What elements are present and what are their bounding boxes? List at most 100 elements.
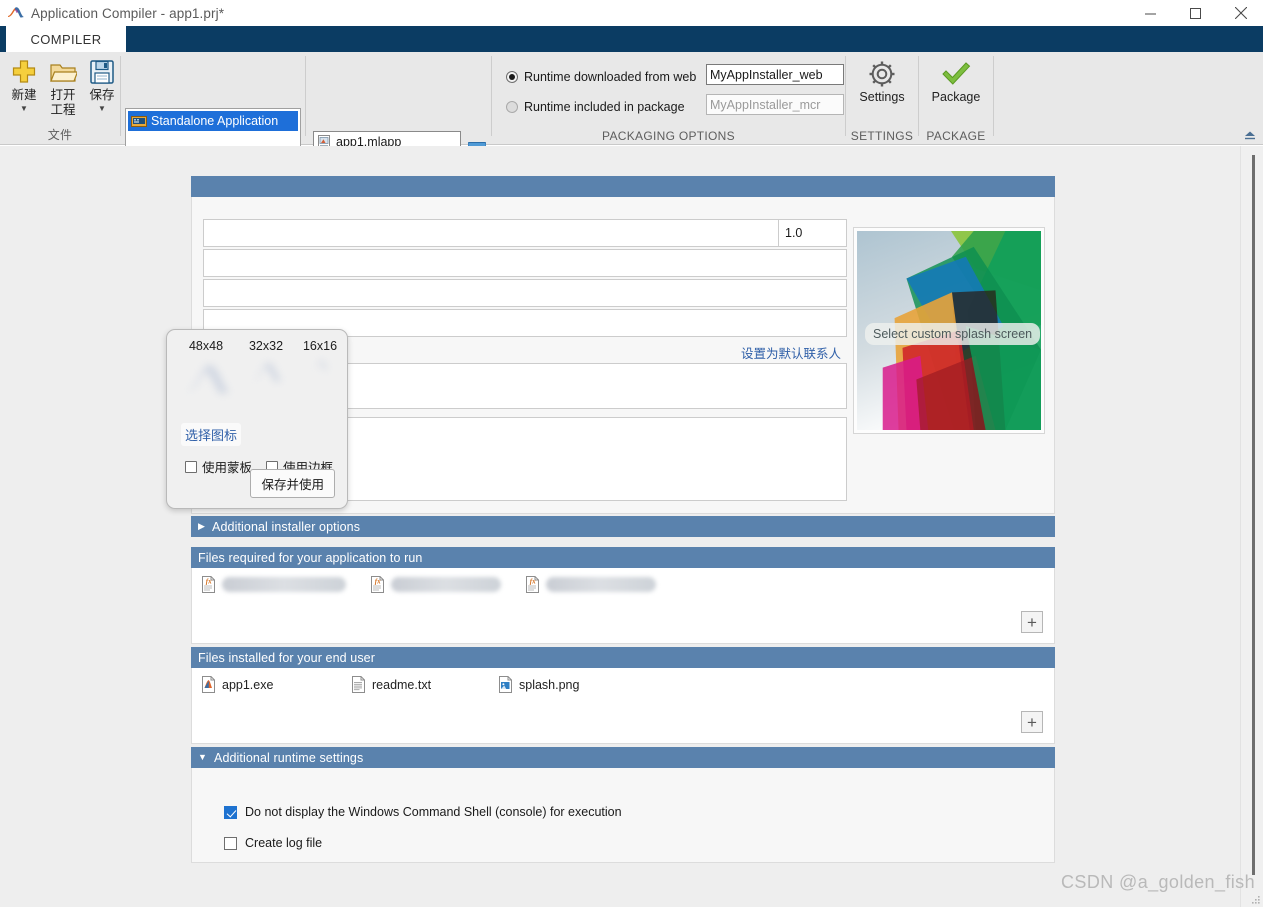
ribbon-group-packaging-label: PACKAGING OPTIONS bbox=[492, 129, 845, 143]
author-name-field[interactable] bbox=[203, 249, 847, 277]
standalone-app-icon bbox=[131, 114, 147, 128]
image-file-icon bbox=[498, 676, 513, 693]
vertical-scrollbar[interactable] bbox=[1240, 146, 1263, 907]
open-folder-icon bbox=[49, 56, 77, 88]
matlab-membrane-icon bbox=[7, 5, 25, 21]
list-item[interactable]: splash.png bbox=[498, 676, 579, 693]
checkbox-create-log-file[interactable]: Create log file bbox=[224, 836, 322, 850]
content-area: 1.0 设置为默认联系人 Summary Description bbox=[0, 146, 1263, 907]
ribbon-new-button[interactable]: 新建 ▼ bbox=[3, 56, 45, 113]
section-files-required-header[interactable]: Files required for your application to r… bbox=[191, 547, 1055, 568]
watermark: CSDN @a_golden_fish bbox=[1061, 872, 1255, 893]
section-additional-runtime-settings-header[interactable]: ▼ Additional runtime settings bbox=[191, 747, 1055, 768]
section-additional-runtime-settings-title: Additional runtime settings bbox=[214, 751, 363, 765]
list-item[interactable]: fx bbox=[525, 576, 656, 593]
icon-size-label-16: 16x16 bbox=[303, 339, 337, 353]
compiler-form-panel: 1.0 设置为默认联系人 Summary Description bbox=[191, 176, 1055, 892]
list-item[interactable]: app1.exe bbox=[201, 676, 351, 693]
ribbon-open-label-2: 工程 bbox=[50, 103, 75, 118]
splash-screen-image: Select custom splash screen bbox=[857, 231, 1041, 430]
icon-preview-row: 48x48 32x32 bbox=[167, 339, 347, 409]
chevron-right-icon: ▶ bbox=[198, 522, 205, 531]
radio-runtime-downloaded-from-web[interactable]: Runtime downloaded from web bbox=[506, 70, 696, 84]
collapse-ribbon-button[interactable] bbox=[1243, 128, 1257, 142]
minimize-button[interactable] bbox=[1128, 0, 1173, 26]
select-icon-link[interactable]: 选择图标 bbox=[181, 423, 241, 446]
radio-included-indicator bbox=[506, 101, 518, 113]
ribbon-open-project-button[interactable]: 打开 工程 bbox=[42, 56, 84, 118]
ribbon-group-settings-label: SETTINGS bbox=[846, 129, 918, 143]
section-files-installed: Files installed for your end user bbox=[191, 647, 1055, 744]
section-additional-installer-options-title: Additional installer options bbox=[212, 520, 360, 534]
icon-preview-image-32 bbox=[250, 358, 282, 393]
settings-button[interactable]: Settings bbox=[854, 58, 910, 105]
gear-icon bbox=[867, 58, 897, 90]
svg-text:fx: fx bbox=[375, 578, 381, 586]
installer-name-mcr-value: MyAppInstaller_mcr bbox=[710, 98, 820, 112]
chevron-down-icon: ▼ bbox=[198, 753, 207, 762]
save-and-use-button[interactable]: 保存并使用 bbox=[250, 469, 335, 498]
splash-screen-frame[interactable]: Select custom splash screen bbox=[853, 227, 1045, 434]
checkbox-hide-command-shell-label: Do not display the Windows Command Shell… bbox=[245, 805, 622, 819]
email-field[interactable] bbox=[203, 279, 847, 307]
installer-name-web-field[interactable]: MyAppInstaller_web bbox=[706, 64, 844, 85]
vertical-scrollbar-thumb[interactable] bbox=[1252, 155, 1255, 875]
icon-preview-32: 32x32 bbox=[237, 339, 295, 409]
text-file-icon bbox=[351, 676, 366, 693]
files-required-list: fx bbox=[201, 576, 656, 593]
section-files-required-title: Files required for your application to r… bbox=[198, 551, 422, 565]
ribbon-group-package: Package PACKAGE bbox=[919, 52, 993, 145]
type-item-label: Standalone Application bbox=[151, 114, 278, 128]
add-installed-file-button[interactable]: + bbox=[1021, 711, 1043, 733]
app-name-field[interactable] bbox=[203, 219, 779, 247]
checkbox-use-mask-label: 使用蒙板 bbox=[202, 457, 252, 476]
list-item[interactable]: fx bbox=[370, 576, 501, 593]
resize-grip[interactable] bbox=[1249, 893, 1261, 905]
scroll-canvas: 1.0 设置为默认联系人 Summary Description bbox=[0, 146, 1240, 907]
add-required-file-button[interactable]: + bbox=[1021, 611, 1043, 633]
section-additional-installer-options: ▶ Additional installer options bbox=[191, 516, 1055, 537]
type-item-standalone-application[interactable]: Standalone Application bbox=[128, 111, 298, 131]
section-files-installed-title: Files installed for your end user bbox=[198, 651, 375, 665]
file-name: splash.png bbox=[519, 678, 579, 692]
section-additional-runtime-settings: ▼ Additional runtime settings Do not dis… bbox=[191, 747, 1055, 863]
radio-included-label: Runtime included in package bbox=[524, 100, 685, 114]
redacted-file-name bbox=[546, 577, 656, 592]
ribbon: 新建 ▼ 打开 工程 bbox=[0, 52, 1263, 145]
list-item[interactable]: readme.txt bbox=[351, 676, 498, 693]
icon-selection-popup[interactable]: 48x48 32x32 bbox=[166, 329, 348, 509]
section-application-information-header[interactable] bbox=[191, 176, 1055, 197]
svg-text:fx: fx bbox=[206, 578, 212, 586]
section-files-installed-header[interactable]: Files installed for your end user bbox=[191, 647, 1055, 668]
files-required-body: fx bbox=[191, 568, 1055, 644]
select-custom-splash-screen-label[interactable]: Select custom splash screen bbox=[865, 323, 1040, 345]
icon-preview-16: 16x16 bbox=[295, 339, 345, 409]
set-as-default-contact-link[interactable]: 设置为默认联系人 bbox=[741, 343, 841, 362]
checkbox-hide-command-shell[interactable]: Do not display the Windows Command Shell… bbox=[224, 805, 622, 819]
tab-compiler[interactable]: COMPILER bbox=[6, 26, 126, 52]
maximize-button[interactable] bbox=[1173, 0, 1218, 26]
ribbon-save-button[interactable]: 保存 ▼ bbox=[81, 56, 123, 113]
package-button-label: Package bbox=[932, 90, 981, 105]
package-button[interactable]: Package bbox=[927, 58, 985, 105]
ribbon-group-package-label: PACKAGE bbox=[919, 129, 993, 143]
files-installed-list: app1.exe bbox=[201, 676, 579, 693]
ribbon-group-file-label: 文件 bbox=[0, 126, 120, 143]
ribbon-new-caret-icon[interactable]: ▼ bbox=[20, 104, 28, 113]
list-item[interactable]: fx bbox=[201, 576, 346, 593]
checkbox-use-mask[interactable]: 使用蒙板 bbox=[185, 457, 252, 476]
section-additional-installer-options-header[interactable]: ▶ Additional installer options bbox=[191, 516, 1055, 537]
matlab-fx-file-icon: fx bbox=[525, 576, 540, 593]
remove-main-file-button[interactable] bbox=[468, 138, 486, 146]
save-floppy-icon bbox=[89, 56, 115, 88]
section-files-required: Files required for your application to r… bbox=[191, 547, 1055, 644]
redacted-file-name bbox=[222, 577, 346, 592]
close-button[interactable] bbox=[1218, 0, 1263, 26]
ribbon-save-caret-icon[interactable]: ▼ bbox=[98, 104, 106, 113]
version-field[interactable]: 1.0 bbox=[778, 219, 847, 247]
installer-name-web-value: MyAppInstaller_web bbox=[710, 68, 823, 82]
icon-preview-image-48 bbox=[182, 358, 230, 409]
installer-name-mcr-field: MyAppInstaller_mcr bbox=[706, 94, 844, 115]
matlab-fx-file-icon: fx bbox=[370, 576, 385, 593]
radio-runtime-included-in-package[interactable]: Runtime included in package bbox=[506, 100, 685, 114]
